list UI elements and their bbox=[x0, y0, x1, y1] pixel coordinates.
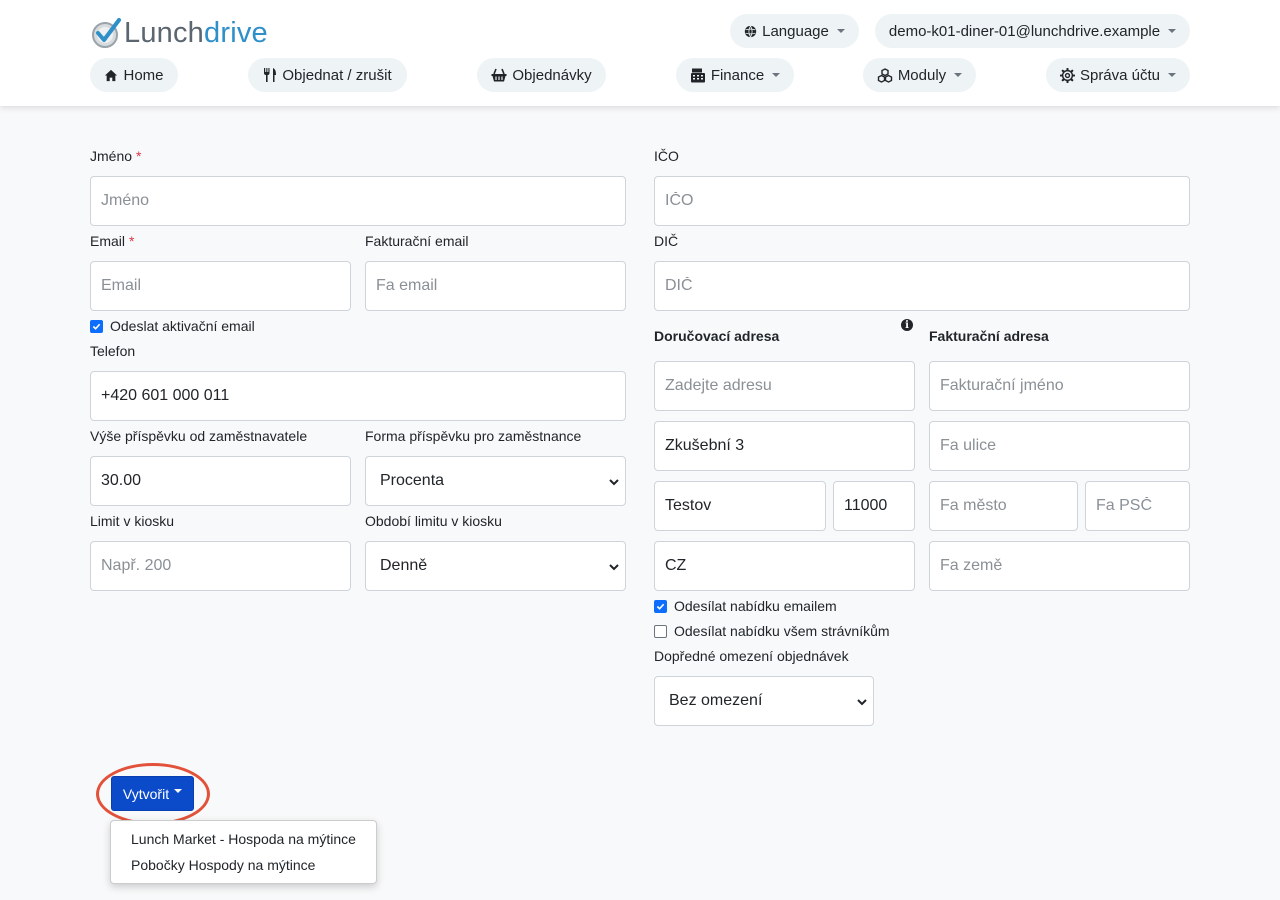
chevron-down-icon bbox=[609, 479, 619, 486]
ico-label: IČO bbox=[654, 148, 679, 164]
nav-orders[interactable]: Objednávky bbox=[477, 58, 606, 92]
delivery-city-input[interactable] bbox=[654, 481, 826, 531]
home-icon bbox=[105, 69, 118, 81]
boxes-icon bbox=[877, 67, 893, 83]
chevron-down-icon bbox=[1168, 73, 1177, 77]
nav-orders-label: Objednávky bbox=[512, 66, 592, 84]
kiosk-period-value: Denně bbox=[380, 557, 428, 574]
contribution-form-value: Procenta bbox=[380, 472, 445, 489]
globe-icon bbox=[744, 25, 757, 37]
logo-text: Lunchdrive bbox=[124, 16, 268, 49]
create-button-label: Vytvořit bbox=[122, 785, 170, 802]
send-menu-all-checkbox[interactable]: Odesílat nabídku všem strávníkům bbox=[654, 623, 890, 639]
nav-home[interactable]: Home bbox=[90, 58, 178, 92]
order-limit-value: Bez omezení bbox=[669, 692, 763, 709]
nav-account[interactable]: Správa účtu bbox=[1046, 58, 1190, 92]
chevron-down-icon bbox=[174, 788, 183, 793]
nav-order-label: Objednat / zrušit bbox=[282, 66, 392, 84]
dic-input[interactable] bbox=[654, 261, 1190, 311]
menu-item-branches[interactable]: Pobočky Hospody na mýtince bbox=[131, 857, 315, 873]
kiosk-limit-label: Limit v kiosku bbox=[90, 513, 175, 529]
nav-home-label: Home bbox=[123, 66, 164, 84]
billing-address-heading: Fakturační adresa bbox=[929, 328, 1049, 344]
checkbox-checked-icon bbox=[654, 599, 667, 613]
phone-input[interactable] bbox=[90, 371, 626, 421]
order-limit-label: Dopředné omezení objednávek bbox=[654, 648, 849, 664]
delivery-address-heading: Doručovací adresa bbox=[654, 328, 780, 344]
email-label: Email * bbox=[90, 233, 135, 249]
email-input[interactable] bbox=[90, 261, 351, 311]
send-menu-all-label: Odesílat nabídku všem strávníkům bbox=[674, 623, 890, 639]
billing-name-input[interactable] bbox=[929, 361, 1190, 411]
nav-modules[interactable]: Moduly bbox=[863, 58, 976, 92]
nav-order[interactable]: Objednat / zrušit bbox=[248, 58, 407, 92]
menu-item-lunch-market[interactable]: Lunch Market - Hospoda na mýtince bbox=[131, 831, 356, 847]
billing-email-input[interactable] bbox=[365, 261, 626, 311]
name-label: Jméno * bbox=[90, 148, 142, 164]
chevron-down-icon bbox=[772, 73, 781, 77]
checkbox-checked-icon bbox=[90, 319, 103, 333]
billing-city-input[interactable] bbox=[929, 481, 1078, 531]
create-dropdown-menu: Lunch Market - Hospoda na mýtince Pobočk… bbox=[110, 820, 377, 884]
checkbox-unchecked-icon bbox=[654, 624, 667, 638]
chevron-down-icon bbox=[954, 73, 963, 77]
contribution-label: Výše příspěvku od zaměstnavatele bbox=[90, 428, 308, 444]
delivery-zip-input[interactable] bbox=[833, 481, 915, 531]
cutlery-icon bbox=[264, 68, 277, 82]
chevron-down-icon bbox=[1168, 29, 1177, 33]
language-label: Language bbox=[762, 22, 829, 40]
kiosk-limit-input[interactable] bbox=[90, 541, 351, 591]
nav-account-label: Správa účtu bbox=[1079, 66, 1161, 84]
billing-country-input[interactable] bbox=[929, 541, 1190, 591]
lunchdrive-logo[interactable]: Lunchdrive bbox=[90, 16, 268, 50]
chevron-down-icon bbox=[857, 699, 867, 706]
billing-email-label: Fakturační email bbox=[365, 233, 469, 249]
ico-input[interactable] bbox=[654, 176, 1190, 226]
billing-zip-input[interactable] bbox=[1085, 481, 1190, 531]
nav-modules-label: Moduly bbox=[897, 66, 947, 84]
nav-finance[interactable]: Finance bbox=[676, 58, 794, 92]
create-button[interactable]: Vytvořit bbox=[111, 776, 194, 811]
delivery-country-input[interactable] bbox=[654, 541, 915, 591]
dic-label: DIČ bbox=[654, 233, 679, 249]
delivery-address-search-input[interactable] bbox=[654, 361, 915, 411]
logo-check-icon bbox=[90, 17, 122, 49]
contribution-form-label: Forma příspěvku pro zaměstnance bbox=[365, 428, 582, 444]
info-icon[interactable]: i bbox=[901, 319, 913, 331]
nav-finance-label: Finance bbox=[710, 66, 765, 84]
order-limit-select[interactable]: Bez omezení bbox=[654, 676, 874, 726]
billing-street-input[interactable] bbox=[929, 421, 1190, 471]
user-email: demo-k01-diner-01@lunchdrive.example bbox=[888, 22, 1161, 40]
user-dropdown[interactable]: demo-k01-diner-01@lunchdrive.example bbox=[875, 14, 1190, 48]
basket-icon bbox=[491, 68, 507, 82]
name-input[interactable] bbox=[90, 176, 626, 226]
gear-icon bbox=[1059, 67, 1075, 83]
contribution-form-select[interactable]: Procenta bbox=[365, 456, 626, 506]
kiosk-period-label: Období limitu v kiosku bbox=[365, 513, 502, 529]
top-header: Lunchdrive Language demo-k01-diner-01@lu… bbox=[0, 0, 1280, 106]
chevron-down-icon bbox=[609, 564, 619, 571]
kiosk-period-select[interactable]: Denně bbox=[365, 541, 626, 591]
send-menu-email-label: Odesílat nabídku emailem bbox=[674, 598, 837, 614]
chevron-down-icon bbox=[836, 29, 845, 33]
send-activation-checkbox[interactable]: Odeslat aktivační email bbox=[90, 318, 255, 334]
contribution-input[interactable] bbox=[90, 456, 351, 506]
language-dropdown[interactable]: Language bbox=[730, 14, 859, 48]
cash-register-icon bbox=[690, 68, 705, 82]
send-menu-email-checkbox[interactable]: Odesílat nabídku emailem bbox=[654, 598, 837, 614]
phone-label: Telefon bbox=[90, 343, 136, 359]
delivery-street-input[interactable] bbox=[654, 421, 915, 471]
send-activation-label: Odeslat aktivační email bbox=[110, 318, 255, 334]
